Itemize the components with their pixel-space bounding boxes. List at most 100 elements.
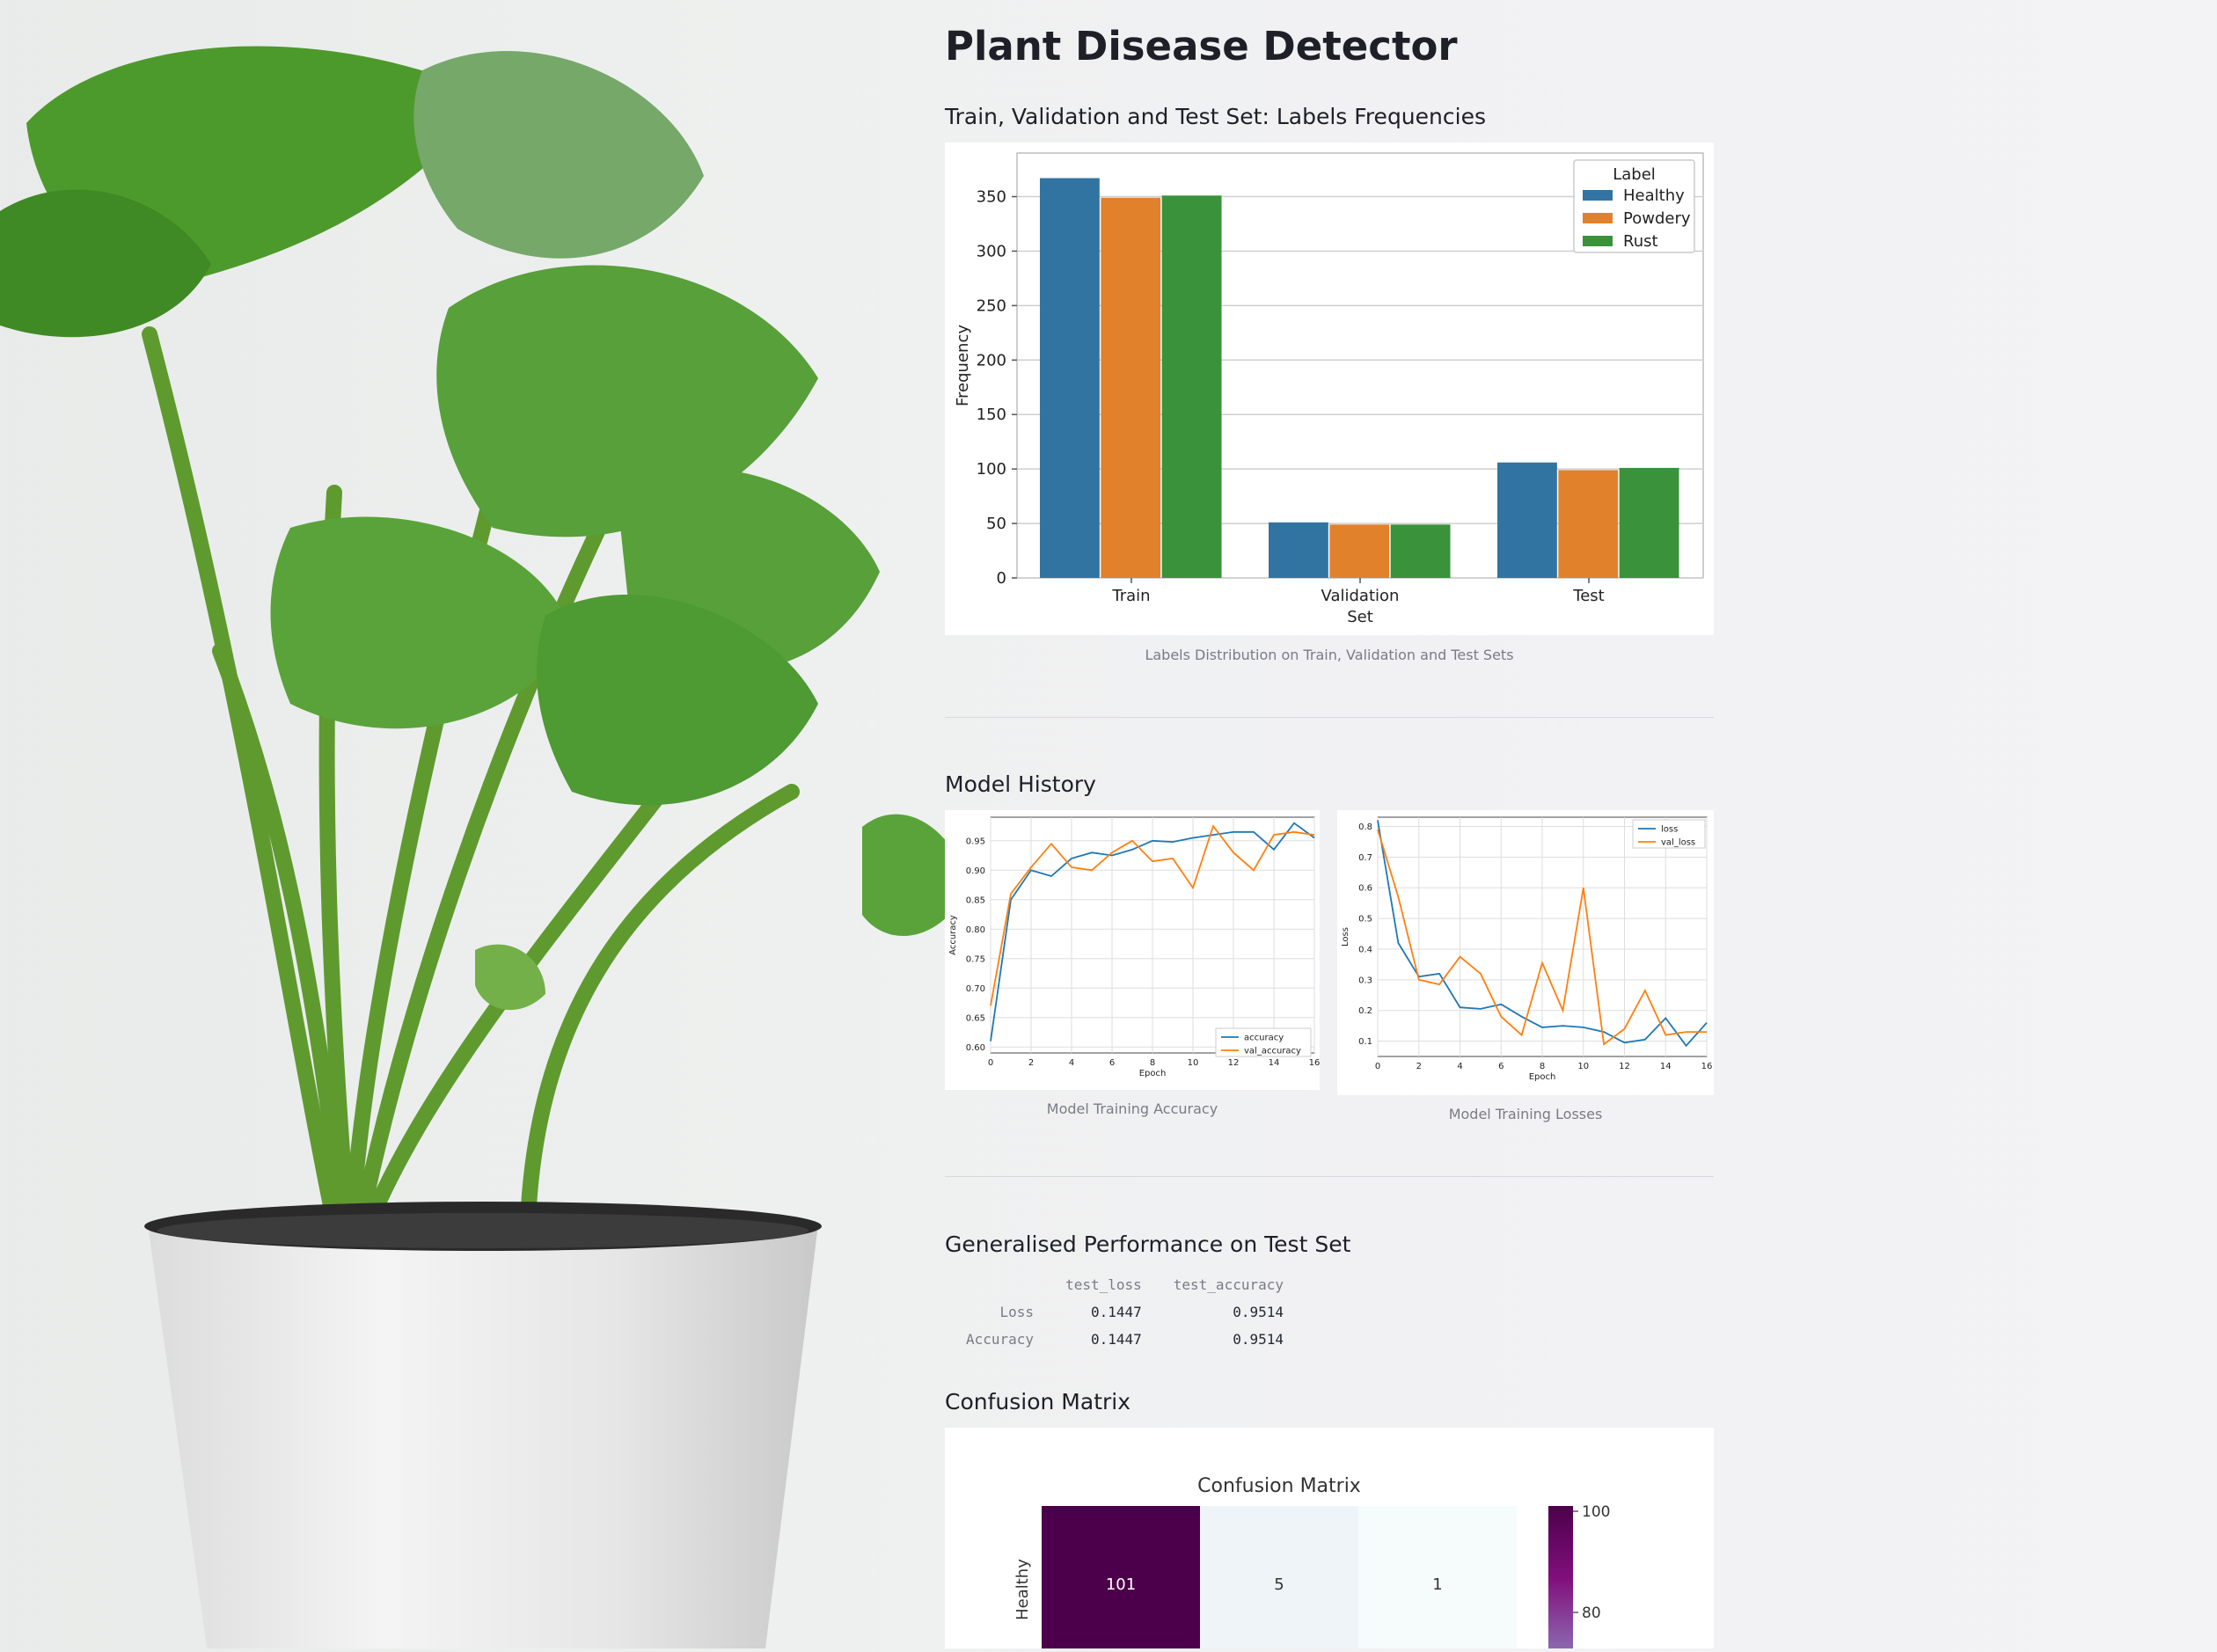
bar-healthy-train <box>1040 178 1100 578</box>
colorbar <box>1548 1506 1573 1651</box>
x-tick-label: 4 <box>1069 1058 1074 1068</box>
x-tick-label: 16 <box>1309 1058 1320 1068</box>
divider-2 <box>945 1176 1714 1177</box>
y-tick-label: 300 <box>977 242 1006 260</box>
y-tick-label: 0.5 <box>1358 915 1372 925</box>
bar-rust-test <box>1619 467 1679 578</box>
cell-loss-test-loss: 0.1447 <box>1090 1304 1142 1320</box>
y-tick-label: 0.4 <box>1358 945 1372 954</box>
losses-chart-card: 0 2 4 6 8 10 12 14 16 0.1 0.2 0.3 0.4 0.5 0.6 0.7 0.8 Epo… <box>1337 810 1714 1095</box>
y-tick-label: 0.60 <box>966 1043 985 1053</box>
y-tick-label: 0.1 <box>1358 1037 1372 1047</box>
caption-accuracy: Model Training Accuracy <box>1046 1100 1218 1117</box>
colorbar-tick-label: 100 <box>1582 1503 1610 1521</box>
y-tick-label: 350 <box>977 188 1006 207</box>
x-tick-label: 0 <box>1375 1062 1380 1071</box>
bar-powdery-train <box>1101 197 1161 578</box>
confusion-matrix-heatmap: Confusion Matrix 101 5 1 Healthy 100 80 <box>1013 1475 1610 1652</box>
x-tick-label: 6 <box>1498 1062 1504 1071</box>
y-axis-label: Loss <box>1341 927 1350 947</box>
x-tick-label: 10 <box>1577 1062 1589 1071</box>
x-tick-label-validation: Validation <box>1321 587 1400 605</box>
x-tick-label: 14 <box>1660 1062 1672 1071</box>
training-losses-line-chart: 0 2 4 6 8 10 12 14 16 0.1 0.2 0.3 0.4 0.5 0.6 0.7 0.8 Epo… <box>1341 816 1713 1082</box>
bar-healthy-validation <box>1269 522 1328 578</box>
label-frequencies-chart-card: 0 50 100 150 200 250 300 350 Frequency Train Valid… <box>945 143 1714 635</box>
bar-powdery-test <box>1558 470 1619 578</box>
divider-1 <box>945 717 1714 718</box>
x-tick-label: 16 <box>1701 1062 1713 1071</box>
caption-label-distribution: Labels Distribution on Train, Validation… <box>1145 647 1514 663</box>
colorbar-tick-label: 80 <box>1582 1604 1601 1622</box>
heatmap-cell-value-0: 101 <box>1106 1575 1136 1594</box>
label-frequencies-bar-chart: 0 50 100 150 200 250 300 350 Frequency Train Valid… <box>954 152 1704 626</box>
y-tick-label: 0.6 <box>1358 884 1372 894</box>
x-axis-label: Set <box>1347 608 1373 626</box>
confusion-matrix-title: Confusion Matrix <box>1197 1475 1361 1497</box>
row-header-accuracy: Accuracy <box>966 1331 1035 1348</box>
legend-title: Label <box>1613 165 1656 184</box>
legend-label-val-accuracy: val_accuracy <box>1244 1047 1301 1056</box>
y-tick-label: 0.2 <box>1358 1006 1372 1016</box>
cell-accuracy-test-accuracy: 0.9514 <box>1233 1331 1284 1348</box>
bar-rust-validation <box>1390 524 1451 578</box>
cell-accuracy-test-loss: 0.1447 <box>1090 1331 1142 1348</box>
legend-label-powdery: Powdery <box>1623 209 1691 228</box>
x-tick-label: 4 <box>1457 1062 1462 1071</box>
x-axis-label: Epoch <box>1139 1069 1167 1078</box>
x-tick-label: 14 <box>1269 1058 1280 1068</box>
section-heading-confusion-matrix: Confusion Matrix <box>945 1389 1131 1414</box>
legend-label-loss: loss <box>1661 825 1678 835</box>
section-heading-generalised-performance: Generalised Performance on Test Set <box>945 1232 1351 1257</box>
y-tick-label: 150 <box>977 406 1006 424</box>
confusion-matrix-card: Confusion Matrix 101 5 1 Healthy 100 80 <box>945 1428 1714 1652</box>
x-tick-label-train: Train <box>1111 587 1150 605</box>
legend-label-rust: Rust <box>1623 232 1658 251</box>
heatmap-cell-value-1: 5 <box>1274 1575 1284 1594</box>
x-tick-label: 0 <box>988 1058 993 1068</box>
legend-label-healthy: Healthy <box>1623 186 1685 205</box>
table-row: Loss 0.1447 0.9514 <box>945 1298 1284 1326</box>
performance-table-corner <box>945 1271 1034 1298</box>
bar-healthy-test <box>1497 462 1557 578</box>
training-accuracy-line-chart: 0 2 4 6 8 10 12 14 16 0.60 0.65 0.70 0.75 0.80 0.85 0.9… <box>948 816 1320 1078</box>
row-header-loss: Loss <box>999 1304 1035 1320</box>
performance-table: test_loss test_accuracy Loss 0.1447 0.95… <box>945 1271 1284 1353</box>
y-tick-label: 0.95 <box>966 837 985 846</box>
x-tick-label: 2 <box>1028 1058 1034 1068</box>
y-tick-label: 0.8 <box>1358 822 1372 832</box>
y-tick-label: 100 <box>977 460 1006 479</box>
column-header-test-loss: test_loss <box>1065 1276 1142 1293</box>
section-heading-model-history: Model History <box>945 771 1096 797</box>
heatmap-cell-value-2: 1 <box>1432 1575 1442 1594</box>
y-tick-label: 0.3 <box>1358 976 1372 985</box>
y-tick-label: 0 <box>997 569 1006 588</box>
x-tick-label: 8 <box>1150 1058 1155 1068</box>
y-tick-label: 200 <box>977 351 1006 369</box>
plant-pot <box>144 1202 822 1648</box>
x-tick-label: 10 <box>1188 1058 1199 1068</box>
x-axis-label: Epoch <box>1529 1072 1556 1082</box>
performance-table-header-row: test_loss test_accuracy <box>945 1271 1284 1298</box>
monstera-plant-background <box>0 46 968 1648</box>
legend-swatch-rust <box>1583 236 1613 246</box>
y-tick-label: 0.85 <box>966 895 985 905</box>
x-tick-label-test: Test <box>1572 587 1604 605</box>
column-header-test-accuracy: test_accuracy <box>1173 1276 1284 1293</box>
y-tick-label: 0.7 <box>1358 853 1372 863</box>
accuracy-chart-card: 0 2 4 6 8 10 12 14 16 0.60 0.65 0.70 0.75 0.80 0.85 0.9… <box>945 810 1320 1090</box>
y-tick-label: 0.70 <box>966 984 985 994</box>
cell-loss-test-accuracy: 0.9514 <box>1233 1304 1284 1320</box>
x-tick-label: 8 <box>1540 1062 1545 1071</box>
legend-swatch-powdery <box>1583 213 1613 223</box>
y-tick-label: 0.65 <box>966 1013 985 1023</box>
bar-rust-train <box>1161 195 1222 579</box>
table-row: Accuracy 0.1447 0.9514 <box>945 1326 1284 1353</box>
y-tick-label: 250 <box>977 296 1006 315</box>
x-tick-label: 12 <box>1228 1058 1240 1068</box>
legend-swatch-healthy <box>1583 190 1613 201</box>
section-heading-label-frequencies: Train, Validation and Test Set: Labels F… <box>945 104 1486 129</box>
y-tick-label: 50 <box>986 515 1006 533</box>
bar-powdery-validation <box>1329 524 1390 578</box>
y-tick-label: 0.80 <box>966 925 985 935</box>
